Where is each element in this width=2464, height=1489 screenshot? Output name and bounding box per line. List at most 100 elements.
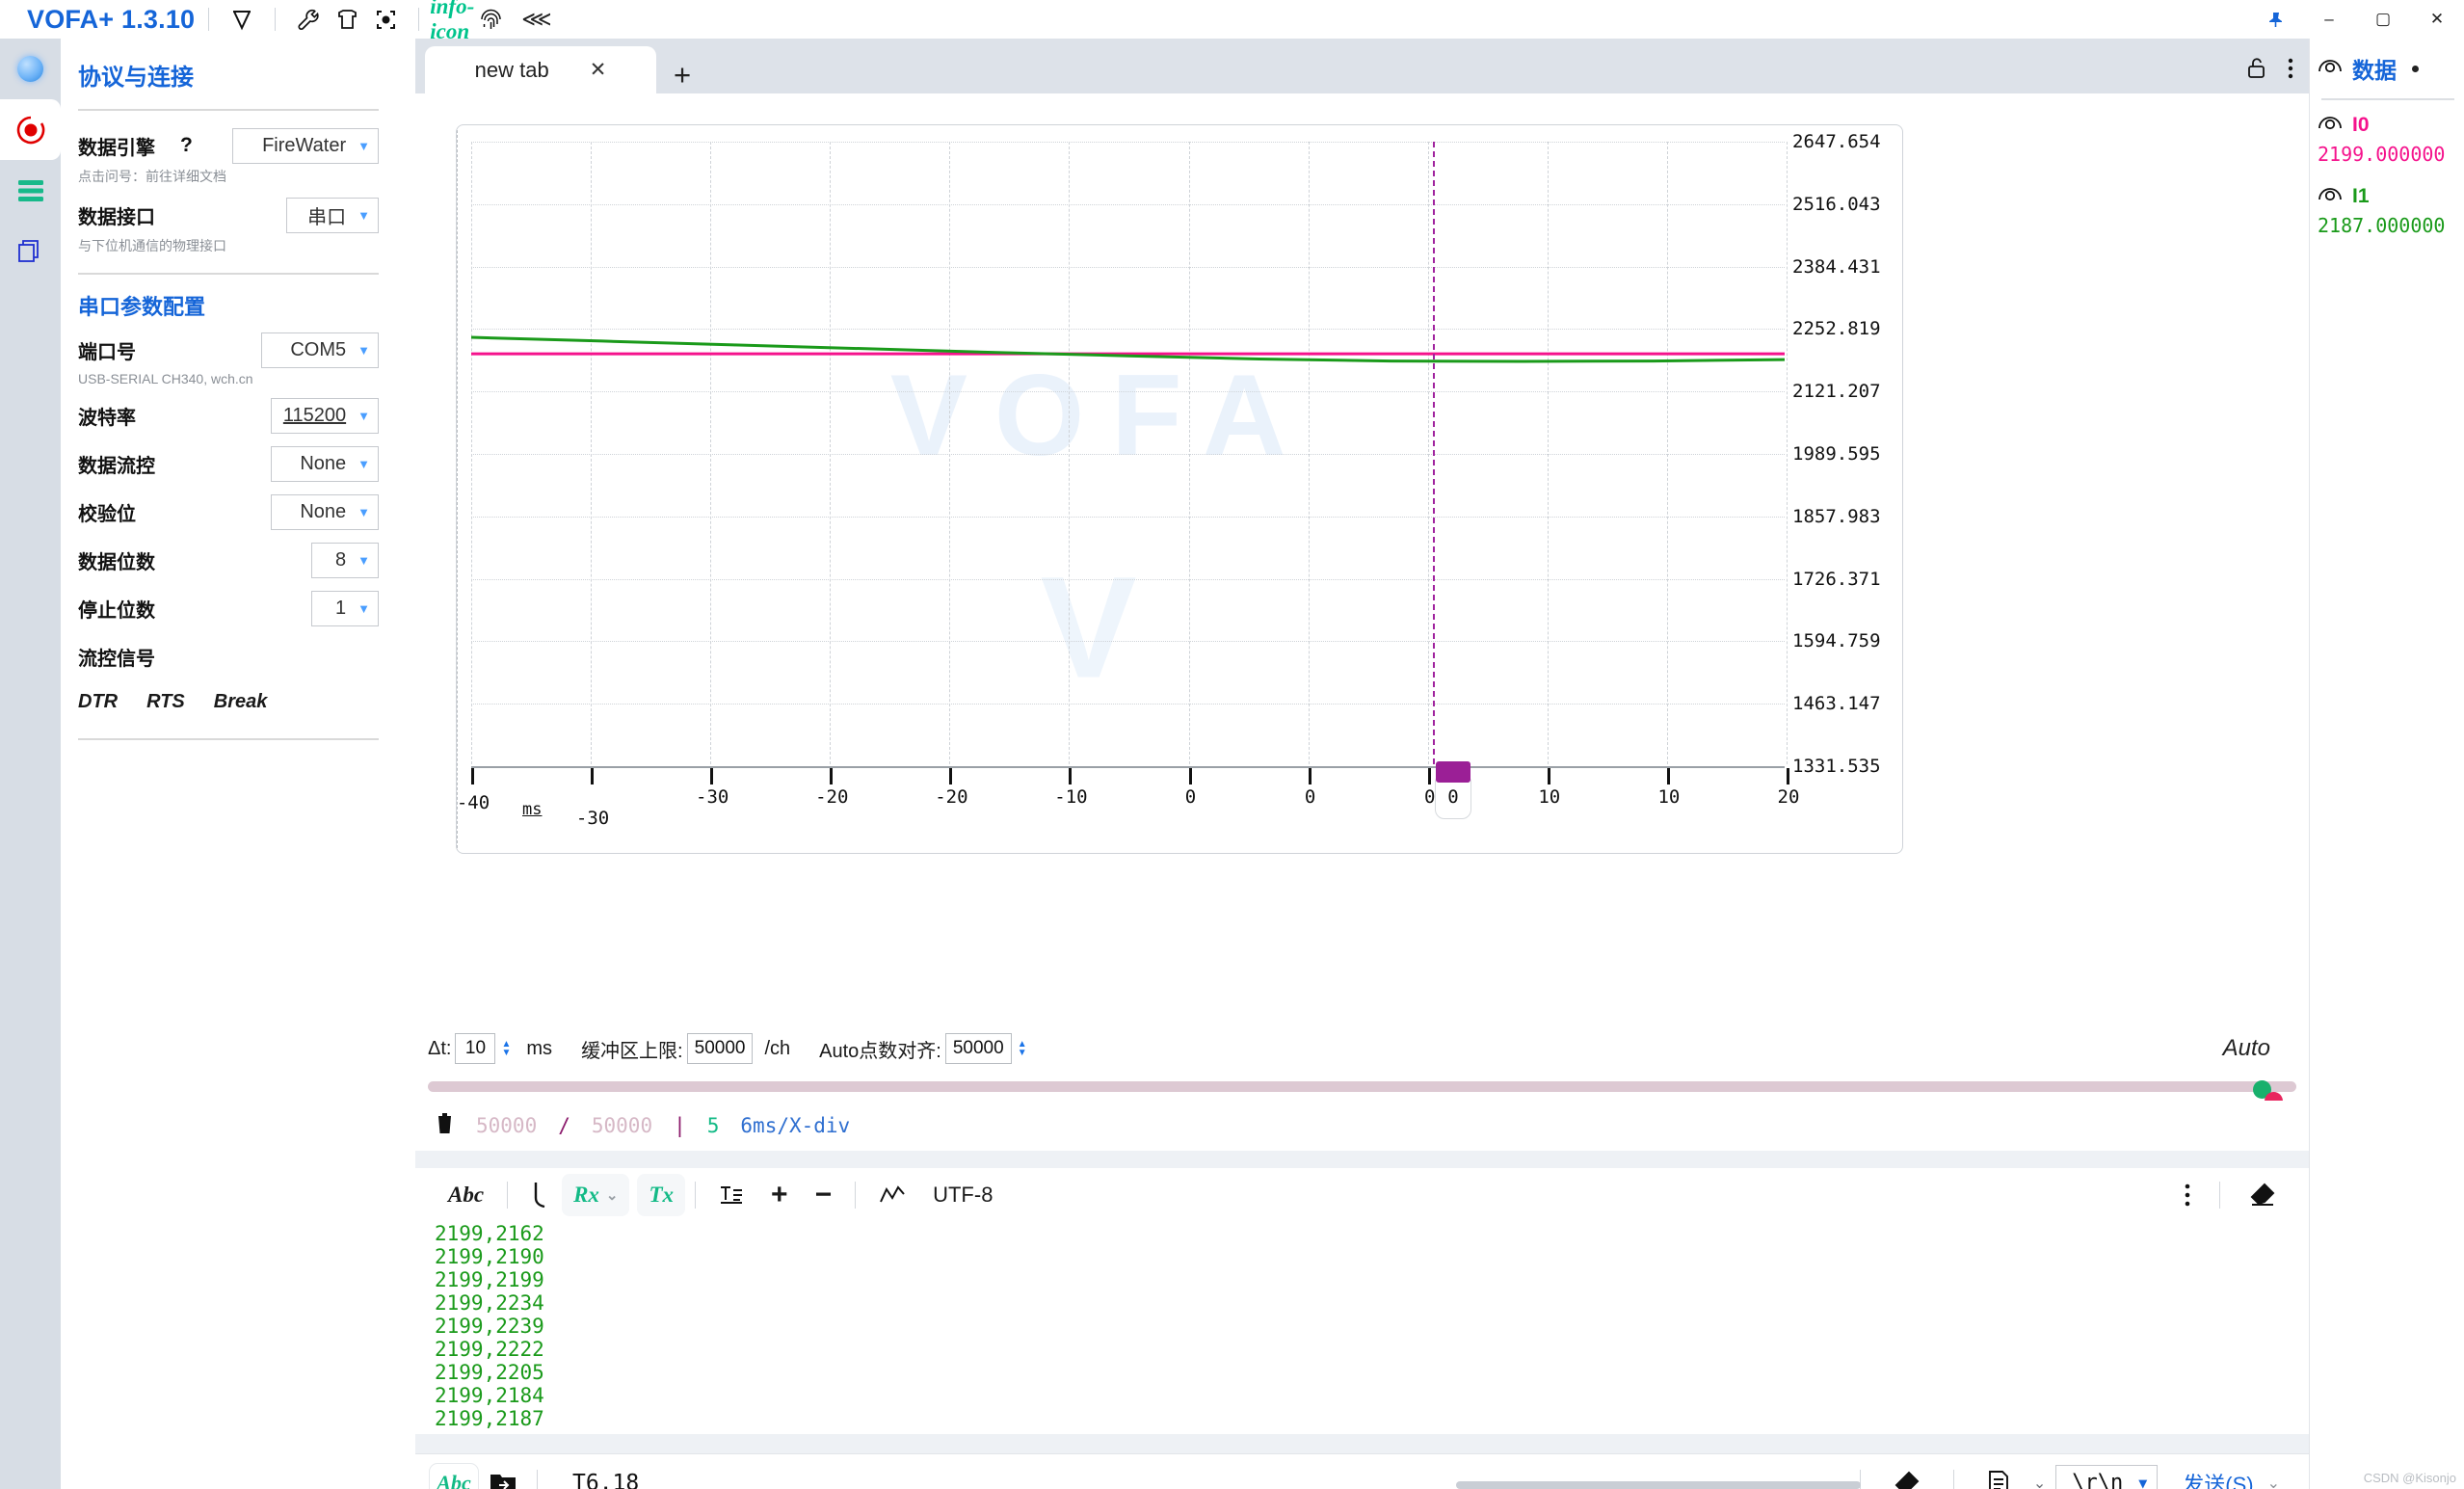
eye-icon[interactable] bbox=[2318, 186, 2343, 208]
data-interface-row: 数据接口 串口 ▼ bbox=[78, 196, 379, 234]
data-engine-value: FireWater bbox=[262, 135, 346, 157]
console-line: 2199,2239 bbox=[435, 1315, 2309, 1338]
data-engine-select[interactable]: FireWater ▼ bbox=[232, 128, 379, 164]
data-engine-label: 数据引擎 bbox=[78, 132, 155, 160]
serial-config-title: 串口参数配置 bbox=[78, 290, 379, 321]
fingerprint-icon[interactable] bbox=[471, 3, 510, 36]
chevron-down-icon: ⌄ bbox=[606, 1186, 619, 1205]
close-icon[interactable]: ✕ bbox=[590, 58, 607, 82]
send-folder-icon[interactable] bbox=[489, 1470, 517, 1489]
windows-icon bbox=[16, 237, 45, 266]
plot-area[interactable]: VOFA V 2647.6542516.0432384.4312252.8192… bbox=[456, 124, 1903, 854]
send-format-button[interactable]: Abc bbox=[429, 1463, 479, 1489]
chevron-down-icon: ▼ bbox=[358, 601, 370, 616]
console-output[interactable]: 2199,21622199,21902199,21992199,22342199… bbox=[415, 1222, 2309, 1434]
maximize-button[interactable]: ▢ bbox=[2356, 0, 2410, 39]
x-axis-tick bbox=[591, 768, 594, 784]
y-axis: 2647.6542516.0432384.4312252.8192121.207… bbox=[1785, 125, 1902, 853]
dt-stepper[interactable]: ▲▼ bbox=[501, 1040, 511, 1057]
tab-new-tab[interactable]: new tab ✕ bbox=[425, 46, 656, 93]
align-input[interactable]: 50000 bbox=[945, 1033, 1012, 1064]
parity-select[interactable]: None ▼ bbox=[271, 494, 379, 530]
pin-icon[interactable] bbox=[2248, 0, 2302, 39]
baud-select[interactable]: 115200 ▼ bbox=[271, 398, 379, 434]
text-indent-icon[interactable] bbox=[705, 1174, 757, 1216]
eraser-icon[interactable] bbox=[2236, 1174, 2290, 1216]
help-icon[interactable]: ? bbox=[180, 134, 193, 157]
flow-signal-buttons: DTR RTS Break bbox=[78, 691, 379, 713]
data-interface-value: 串口 bbox=[307, 201, 346, 229]
hook-icon[interactable] bbox=[517, 1174, 562, 1216]
flow-control-select[interactable]: None ▼ bbox=[271, 446, 379, 482]
port-select[interactable]: COM5 ▼ bbox=[261, 332, 379, 368]
vofa-logo-icon[interactable] bbox=[223, 3, 261, 36]
dt-input[interactable]: 10 bbox=[455, 1033, 495, 1064]
chevron-down-icon: ▼ bbox=[358, 457, 370, 471]
cursor-line[interactable] bbox=[1433, 142, 1435, 764]
data-bits-select[interactable]: 8 ▼ bbox=[311, 543, 379, 578]
sidebar-item-record[interactable] bbox=[0, 99, 61, 160]
eraser-icon[interactable] bbox=[1880, 1462, 1934, 1489]
line-ending-select[interactable]: \r\n ▼ bbox=[2055, 1465, 2158, 1489]
sidebar-item-windows[interactable] bbox=[0, 221, 61, 281]
console-line: 2199,2190 bbox=[435, 1245, 2309, 1268]
data-bits-value: 8 bbox=[335, 549, 346, 572]
unlock-icon[interactable] bbox=[2246, 57, 2266, 84]
stop-bits-select[interactable]: 1 ▼ bbox=[311, 591, 379, 626]
window-controls: – ▢ ✕ bbox=[2248, 0, 2464, 39]
send-bar: Abc ⌄ \r\n ▼ 发送(S) bbox=[415, 1453, 2309, 1489]
line-ending-value: \r\n bbox=[2072, 1471, 2123, 1489]
layers-icon bbox=[16, 178, 45, 203]
x-axis-tick-label: 0 bbox=[1424, 786, 1435, 808]
shirt-icon[interactable] bbox=[328, 3, 366, 36]
sidebar-item-connection[interactable] bbox=[0, 39, 61, 99]
horizontal-scrollbar[interactable] bbox=[1456, 1481, 1861, 1489]
chevron-down-icon: ▼ bbox=[358, 139, 370, 153]
y-axis-tick-label: 2647.654 bbox=[1792, 131, 1881, 152]
buffer-slider[interactable] bbox=[428, 1081, 2296, 1092]
sidebar-item-layers[interactable] bbox=[0, 160, 61, 221]
data-interface-select[interactable]: 串口 ▼ bbox=[286, 198, 379, 233]
document-icon[interactable] bbox=[1974, 1462, 2024, 1489]
waveform-icon[interactable] bbox=[865, 1174, 919, 1216]
tx-toggle-button[interactable]: Tx bbox=[637, 1174, 685, 1216]
increase-button[interactable]: + bbox=[757, 1174, 802, 1216]
x-axis-tick bbox=[1069, 768, 1072, 784]
buffer-input[interactable]: 50000 bbox=[687, 1033, 754, 1064]
dtr-button[interactable]: DTR bbox=[78, 691, 118, 713]
abc-format-button[interactable]: Abc bbox=[435, 1174, 497, 1216]
divider bbox=[418, 8, 419, 31]
timebase-label[interactable]: 6ms/X-div bbox=[740, 1114, 850, 1137]
more-vertical-icon[interactable] bbox=[2288, 58, 2293, 84]
decrease-button[interactable]: − bbox=[802, 1174, 846, 1216]
add-tab-button[interactable]: + bbox=[674, 60, 691, 90]
chevron-down-icon: ⌄ bbox=[2267, 1474, 2280, 1489]
divider bbox=[78, 109, 379, 111]
send-button[interactable]: 发送(S) ⌄ bbox=[2167, 1462, 2295, 1489]
y-axis-line bbox=[457, 125, 458, 853]
eye-icon[interactable] bbox=[2318, 58, 2343, 80]
trash-icon[interactable] bbox=[435, 1111, 455, 1140]
minimize-button[interactable]: – bbox=[2302, 0, 2356, 39]
rx-toggle-button[interactable]: Rx ⌄ bbox=[562, 1174, 629, 1216]
wrench-icon[interactable] bbox=[289, 3, 328, 36]
main-workspace: new tab ✕ + VOFA V bbox=[415, 39, 2309, 1489]
align-stepper[interactable]: ▲▼ bbox=[1018, 1040, 1027, 1057]
console-toolbar-right bbox=[2171, 1174, 2290, 1216]
focus-icon[interactable] bbox=[366, 3, 405, 36]
close-button[interactable]: ✕ bbox=[2410, 0, 2464, 39]
chevron-down-icon[interactable]: ⌄ bbox=[2033, 1474, 2046, 1489]
eye-icon[interactable] bbox=[2318, 115, 2343, 137]
rts-button[interactable]: RTS bbox=[146, 691, 185, 713]
info-icon[interactable]: info-icon bbox=[433, 3, 471, 36]
cursor-handle[interactable] bbox=[1436, 761, 1470, 783]
collapse-left-icon[interactable]: ⋘ bbox=[521, 7, 551, 32]
encoding-label[interactable]: UTF-8 bbox=[919, 1174, 1006, 1216]
more-vertical-icon[interactable] bbox=[2171, 1174, 2204, 1216]
x-axis-tick bbox=[830, 768, 833, 784]
auto-label[interactable]: Auto bbox=[2223, 1035, 2270, 1062]
status-dot bbox=[2412, 66, 2419, 72]
break-button[interactable]: Break bbox=[214, 691, 268, 713]
console-line: 2199,2222 bbox=[435, 1338, 2309, 1361]
credit-watermark: CSDN @Kisonjo bbox=[2364, 1471, 2456, 1485]
